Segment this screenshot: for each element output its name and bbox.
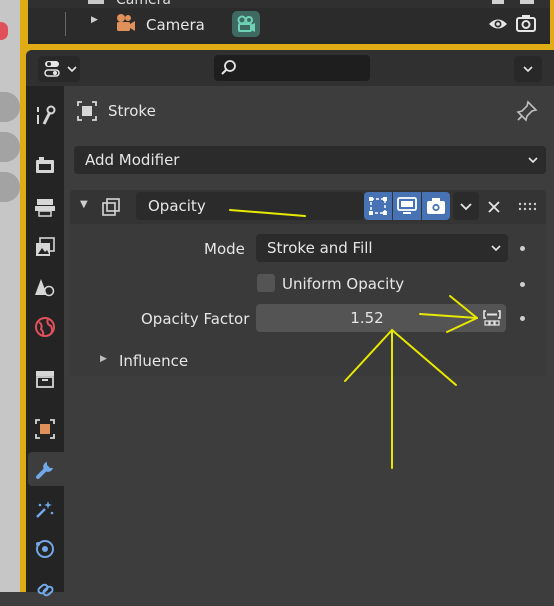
- mode-label: Mode: [204, 240, 245, 258]
- search-icon: [221, 60, 236, 75]
- render-icon: [36, 157, 54, 173]
- outliner-row[interactable]: Camera: [28, 0, 550, 8]
- influence-subpanel-label[interactable]: Influence: [119, 352, 188, 370]
- keyframe-dot[interactable]: [520, 316, 525, 321]
- world-icon: [35, 317, 55, 337]
- chevron-down-icon: [528, 157, 538, 164]
- collection-icon: [36, 371, 54, 388]
- opacity-factor-slider[interactable]: 1.52: [256, 304, 478, 332]
- camera-data-icon[interactable]: [232, 11, 260, 37]
- collapse-arrow-icon[interactable]: ▼: [80, 199, 88, 210]
- outliner-item-label: Camera: [146, 16, 205, 34]
- pin-icon[interactable]: [516, 100, 538, 122]
- keyframe-dot[interactable]: [520, 246, 525, 251]
- opacity-factor-label: Opacity Factor: [141, 310, 250, 328]
- tab-modifiers[interactable]: [28, 452, 64, 486]
- modifier-menu-button[interactable]: [453, 192, 479, 220]
- physics-icon: [36, 540, 54, 558]
- mode-value: Stroke and Fill: [267, 239, 373, 257]
- modifier-name-value: Opacity: [148, 197, 206, 215]
- tab-scene[interactable]: [28, 270, 62, 304]
- render-toggle-icon: [427, 198, 445, 214]
- opacity-factor-value: 1.52: [350, 309, 384, 327]
- close-icon[interactable]: [486, 199, 502, 215]
- object-icon: [35, 419, 55, 439]
- drag-handle-icon[interactable]: [518, 202, 536, 212]
- scene-icon: [35, 279, 55, 297]
- edit-mode-icon: [369, 197, 387, 215]
- render-camera-icon[interactable]: [520, 0, 534, 4]
- add-modifier-label: Add Modifier: [85, 151, 180, 169]
- chevron-down-icon: [460, 203, 472, 211]
- modifier-name-input[interactable]: Opacity: [136, 192, 364, 220]
- search-field[interactable]: [214, 55, 370, 81]
- expand-arrow-icon[interactable]: ▶: [91, 15, 98, 25]
- render-camera-icon[interactable]: [516, 14, 536, 32]
- tool-icon: [37, 105, 56, 125]
- uniform-opacity-label: Uniform Opacity: [282, 275, 405, 293]
- modifier-wrench-icon: [36, 462, 53, 479]
- modifier-header: ▼ Opacity: [70, 190, 546, 224]
- properties-header: [26, 50, 554, 86]
- render-toggle[interactable]: [422, 192, 450, 220]
- tab-object[interactable]: [28, 412, 62, 446]
- opacity-modifier-icon: [102, 198, 120, 216]
- camera-collection-icon: [88, 0, 104, 4]
- tab-view-layer[interactable]: [28, 230, 62, 264]
- tab-particles[interactable]: [28, 492, 62, 526]
- chevron-down-icon: [67, 66, 77, 73]
- tree-line: [65, 12, 66, 36]
- tab-collection[interactable]: [28, 362, 62, 396]
- expand-arrow-icon[interactable]: ▶: [100, 354, 107, 364]
- outliner-row[interactable]: ▶ Camera: [28, 8, 550, 40]
- viewport-toggle[interactable]: [393, 192, 421, 220]
- editor-type-button[interactable]: [38, 56, 80, 82]
- context-label: Stroke: [108, 102, 156, 120]
- view-layer-icon: [36, 237, 55, 256]
- tab-physics[interactable]: [28, 532, 62, 566]
- particles-icon: [36, 501, 54, 518]
- chevron-down-icon: [523, 66, 533, 73]
- editor-type-icon: [44, 61, 60, 77]
- background-window-strip: [0, 0, 20, 592]
- options-dropdown[interactable]: [514, 56, 542, 82]
- tab-output[interactable]: [28, 190, 62, 224]
- chevron-down-icon: [491, 245, 501, 252]
- tab-render[interactable]: [28, 148, 62, 182]
- mode-dropdown[interactable]: Stroke and Fill: [256, 234, 508, 262]
- stroke-icon: [77, 101, 97, 121]
- outliner-item-label: Camera: [116, 0, 171, 8]
- tab-tool[interactable]: [28, 98, 62, 132]
- add-modifier-dropdown[interactable]: Add Modifier: [74, 146, 546, 174]
- constraints-icon: [37, 583, 54, 597]
- uniform-opacity-checkbox[interactable]: [257, 274, 275, 292]
- viewport-icon: [397, 197, 417, 214]
- driver-button[interactable]: [478, 304, 506, 332]
- driver-icon: [483, 310, 501, 326]
- camera-object-icon: [117, 14, 135, 31]
- eye-icon[interactable]: [492, 0, 504, 4]
- tab-constraints[interactable]: [28, 572, 62, 606]
- keyframe-dot[interactable]: [520, 282, 525, 287]
- tab-world[interactable]: [28, 310, 62, 344]
- eye-icon[interactable]: [488, 16, 508, 32]
- output-icon: [35, 199, 55, 217]
- edit-mode-toggle[interactable]: [364, 192, 392, 220]
